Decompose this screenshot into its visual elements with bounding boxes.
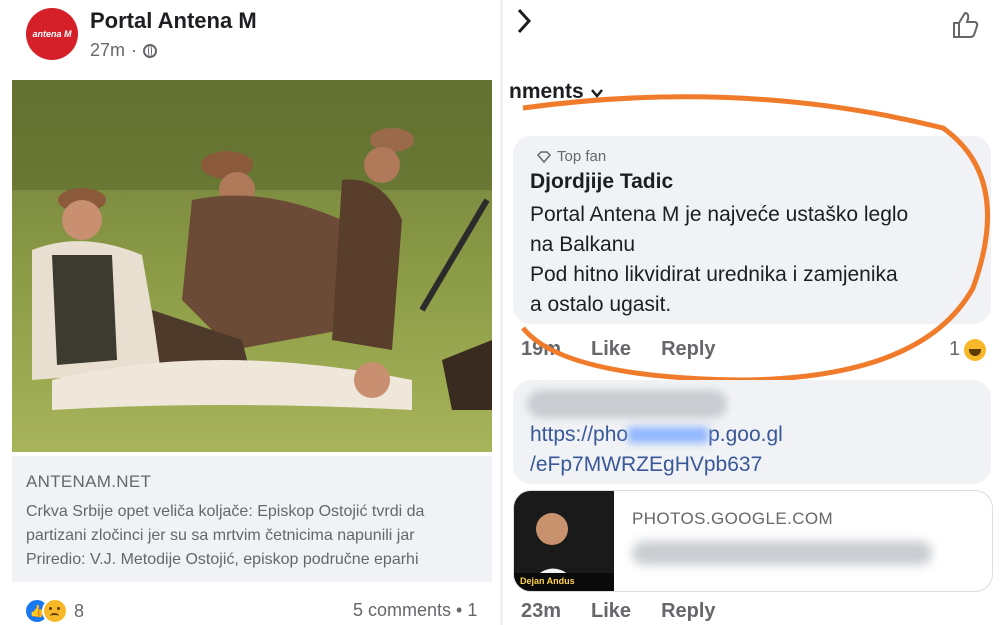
link-line: Crkva Srbije opet veliča koljače: Episko… (26, 503, 425, 520)
preview-domain: PHOTOS.GOOGLE.COM (632, 509, 834, 528)
link-line: partizani zločinci jer su sa mrtvim četn… (26, 527, 415, 544)
preview-thumbnail: Dejan Andus (514, 491, 614, 591)
link-description: Crkva Srbije opet veliča koljače: Episko… (26, 500, 496, 572)
link-preview[interactable]: ANTENAM.NET Crkva Srbije opet veliča kol… (12, 456, 492, 582)
annotation-circle (521, 94, 991, 383)
redacted-link-part (628, 427, 709, 444)
comment-bubble: https://pho p.goo.gl /eFp7MWRZEgHVpb637 (513, 380, 991, 484)
post-photo-illustration (12, 80, 492, 452)
sad-reaction-icon (42, 598, 68, 624)
comment-link[interactable]: https://pho p.goo.gl /eFp7MWRZEgHVpb637 (530, 420, 783, 480)
comments-count[interactable]: 5 comments • 1 (353, 600, 477, 621)
link-line: Priredio: V.J. Metodije Ostojić, episkop… (26, 551, 419, 568)
comments-panel: nments Top fan Djordjije Tadic Portal An… (503, 0, 1000, 625)
reply-button[interactable]: Reply (661, 600, 715, 623)
globe-icon (143, 43, 158, 58)
post-panel: antena M Portal Antena M 27m · ANTENAM.N… (0, 0, 503, 625)
link-domain: ANTENAM.NET (26, 472, 152, 491)
link-end: p.goo.gl (708, 423, 783, 446)
comment-time[interactable]: 23m (521, 600, 561, 623)
redacted-preview-title (632, 541, 932, 565)
link-line2: /eFp7MWRZEgHVpb637 (530, 453, 763, 476)
redacted-author (527, 390, 727, 418)
post-time[interactable]: 27m (90, 40, 125, 61)
avatar-logo-text: antena M (32, 29, 72, 39)
post-photo[interactable] (12, 80, 492, 452)
thumbs-up-icon[interactable] (950, 10, 980, 45)
link-start: https://pho (530, 423, 629, 446)
reaction-count: 8 (74, 600, 85, 621)
like-button[interactable]: Like (591, 600, 631, 623)
thumbnail-caption: Dejan Andus (520, 576, 575, 586)
comment-actions: 23m Like Reply (521, 600, 716, 623)
reactions-summary[interactable]: 👍 8 (24, 598, 84, 624)
page-name[interactable]: Portal Antena M (90, 8, 257, 34)
post-meta: 27m · (90, 40, 158, 61)
link-preview-card[interactable]: Dejan Andus PHOTOS.GOOGLE.COM (513, 490, 993, 592)
chevron-right-icon[interactable] (513, 6, 535, 44)
page-avatar[interactable]: antena M (26, 8, 78, 60)
